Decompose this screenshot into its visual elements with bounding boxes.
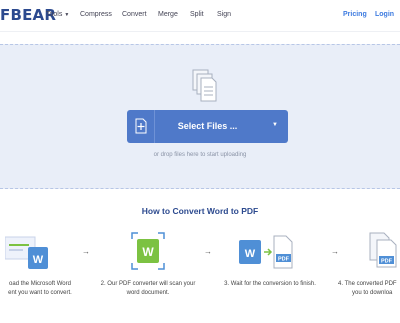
word-letter: W	[33, 254, 44, 266]
nav-tools[interactable]: Tools ▼	[46, 11, 69, 18]
step-4-line-1: 4. The converted PDF	[338, 281, 397, 287]
pdf-label: PDF	[278, 257, 290, 263]
step-4-line-2: you to downloa	[352, 290, 393, 296]
nav-sign[interactable]: Sign	[217, 11, 231, 18]
arrow-right-icon: →	[331, 247, 339, 256]
word-to-pdf-icon: W PDF	[239, 235, 293, 269]
drop-hint: or drop files here to start uploading	[153, 152, 247, 158]
step-1-text: oad the Microsoft Word ent you want to c…	[0, 280, 80, 298]
top-header: FBEAR Tools ▼ Compress Convert Merge Spli…	[0, 0, 400, 32]
step-4-text: 4. The converted PDF you to downloa	[338, 280, 400, 298]
upload-word-icon: W	[5, 236, 48, 269]
select-files-label: Select Files ...	[177, 121, 238, 131]
arrow-right-icon: →	[204, 247, 212, 256]
nav-compress[interactable]: Compress	[80, 11, 112, 18]
pricing-link[interactable]: Pricing	[343, 11, 367, 18]
step-3-text: 3. Wait for the conversion to finish.	[215, 280, 325, 289]
nav-convert[interactable]: Convert	[122, 11, 147, 18]
step-1-line-1: oad the Microsoft Word	[9, 281, 71, 287]
word-letter: W	[245, 248, 256, 260]
pdf-files-icon: PDF	[369, 232, 397, 268]
nav-merge[interactable]: Merge	[158, 11, 178, 18]
step-2-line-1: 2. Our PDF converter will scan your	[100, 281, 196, 287]
nav-split[interactable]: Split	[190, 11, 204, 18]
caret-down-icon: ▼	[64, 12, 70, 18]
howto-title: How to Convert Word to PDF	[141, 206, 259, 216]
nav-tools-label: Tools	[46, 11, 63, 18]
login-link[interactable]: Login	[375, 11, 394, 18]
step-2-line-2: word document.	[126, 290, 170, 296]
arrow-right-icon: →	[82, 247, 90, 256]
step-2-text: 2. Our PDF converter will scan your word…	[93, 280, 203, 298]
chevron-down-icon[interactable]: ▼	[272, 122, 278, 128]
step-3-line-1: 3. Wait for the conversion to finish.	[224, 281, 316, 287]
scan-document-icon: W	[131, 232, 165, 270]
files-icon	[192, 69, 217, 102]
word-letter: W	[142, 245, 154, 259]
step-1-line-2: ent you want to convert.	[8, 290, 72, 296]
pdf-label: PDF	[381, 259, 393, 265]
select-files-button[interactable]: Select Files ... ▼	[127, 110, 288, 143]
